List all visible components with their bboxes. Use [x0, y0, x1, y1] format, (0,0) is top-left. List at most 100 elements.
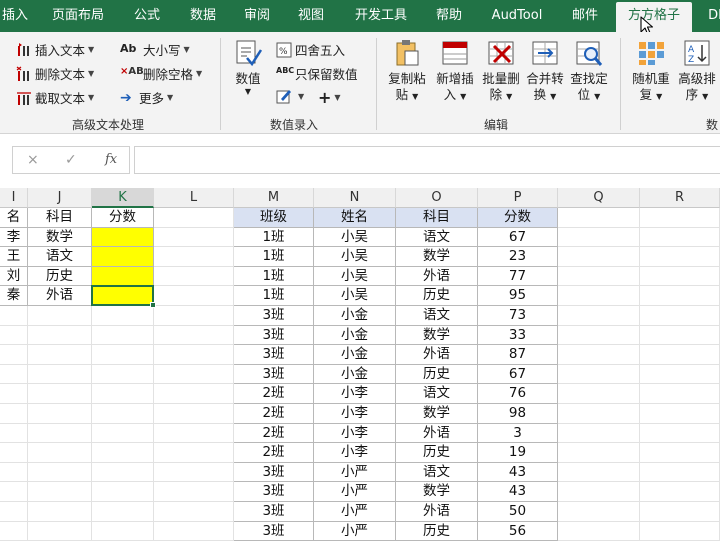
- empty-cell[interactable]: [558, 364, 640, 385]
- empty-cell[interactable]: [640, 521, 720, 541]
- empty-cell[interactable]: [0, 521, 28, 541]
- right-table-header-cell[interactable]: 姓名: [314, 208, 396, 228]
- right-table-cell[interactable]: 19: [478, 443, 558, 463]
- empty-cell[interactable]: [154, 325, 234, 346]
- right-table-cell[interactable]: 小严: [314, 462, 396, 483]
- tab-help[interactable]: 帮助: [430, 0, 468, 32]
- empty-cell[interactable]: [558, 482, 640, 502]
- column-header-r[interactable]: R: [640, 188, 720, 208]
- empty-cell[interactable]: [92, 462, 154, 483]
- column-header-k[interactable]: K: [92, 188, 154, 208]
- empty-cell[interactable]: [0, 364, 28, 385]
- tab-formulas[interactable]: 公式: [128, 0, 166, 32]
- tab-view[interactable]: 视图: [292, 0, 330, 32]
- empty-cell[interactable]: [28, 325, 92, 346]
- empty-cell[interactable]: [640, 325, 720, 346]
- empty-cell[interactable]: [0, 384, 28, 404]
- empty-cell[interactable]: [558, 462, 640, 483]
- tab-audtool[interactable]: AudTool: [484, 0, 550, 32]
- empty-cell[interactable]: [154, 423, 234, 444]
- tab-page-layout[interactable]: 页面布局: [46, 0, 110, 32]
- right-table-cell[interactable]: 33: [478, 325, 558, 346]
- empty-cell[interactable]: [28, 482, 92, 502]
- add-button[interactable]: + ▼: [318, 88, 341, 107]
- empty-cell[interactable]: [28, 423, 92, 444]
- right-table-header-cell[interactable]: 分数: [478, 208, 558, 228]
- right-table-cell[interactable]: 小李: [314, 443, 396, 463]
- empty-cell[interactable]: [0, 345, 28, 365]
- copy-paste-button[interactable]: 复制粘 贴 ▼: [384, 38, 430, 105]
- delete-space-button[interactable]: ×AB 删除空格 ▼: [120, 64, 202, 83]
- right-table-cell[interactable]: 小吴: [314, 266, 396, 287]
- empty-cell[interactable]: [92, 364, 154, 385]
- empty-cell[interactable]: [558, 404, 640, 424]
- left-table-cell[interactable]: 语文: [28, 247, 92, 267]
- empty-cell[interactable]: [28, 345, 92, 365]
- right-table-cell[interactable]: 1班: [234, 286, 314, 306]
- numeric-button[interactable]: 数值 ▼: [230, 38, 266, 96]
- right-table-header-cell[interactable]: 科目: [396, 208, 478, 228]
- right-table-cell[interactable]: 小吴: [314, 286, 396, 306]
- right-table-cell[interactable]: 3班: [234, 325, 314, 346]
- right-table-cell[interactable]: 56: [478, 521, 558, 541]
- batch-delete-button[interactable]: 批量删 除 ▼: [478, 38, 524, 105]
- left-table-cell[interactable]: 王: [0, 247, 28, 267]
- empty-cell[interactable]: [558, 443, 640, 463]
- right-table-cell[interactable]: 50: [478, 502, 558, 522]
- number-format-button[interactable]: ▼: [276, 88, 304, 104]
- column-header-j[interactable]: J: [28, 188, 92, 208]
- right-table-cell[interactable]: 小严: [314, 482, 396, 502]
- right-table-cell[interactable]: 小吴: [314, 247, 396, 267]
- fx-icon[interactable]: fx: [105, 152, 117, 167]
- empty-cell[interactable]: [92, 482, 154, 502]
- empty-cell[interactable]: [0, 423, 28, 444]
- left-table-cell[interactable]: 外语: [28, 286, 92, 306]
- empty-cell[interactable]: [154, 345, 234, 365]
- right-table-cell[interactable]: 历史: [396, 521, 478, 541]
- empty-cell[interactable]: [0, 306, 28, 326]
- right-table-cell[interactable]: 小吴: [314, 227, 396, 248]
- right-table-cell[interactable]: 95: [478, 286, 558, 306]
- empty-cell[interactable]: [0, 482, 28, 502]
- keep-numbers-button[interactable]: ABC 只保留数值: [276, 64, 358, 83]
- empty-cell[interactable]: [558, 227, 640, 248]
- left-table-header-cell[interactable]: 分数: [92, 208, 154, 228]
- right-table-cell[interactable]: 历史: [396, 286, 478, 306]
- empty-cell[interactable]: [558, 266, 640, 287]
- empty-cell[interactable]: [640, 423, 720, 444]
- tab-fangfang-gezi[interactable]: 方方格子: [616, 2, 692, 32]
- empty-cell[interactable]: [558, 306, 640, 326]
- right-table-cell[interactable]: 3班: [234, 364, 314, 385]
- left-table-cell[interactable]: 历史: [28, 266, 92, 287]
- right-table-cell[interactable]: 语文: [396, 384, 478, 404]
- right-table-cell[interactable]: 小李: [314, 404, 396, 424]
- find-locate-button[interactable]: 查找定 位 ▼: [566, 38, 612, 105]
- empty-cell[interactable]: [92, 325, 154, 346]
- right-table-cell[interactable]: 语文: [396, 227, 478, 248]
- right-table-cell[interactable]: 43: [478, 482, 558, 502]
- empty-cell[interactable]: [558, 247, 640, 267]
- right-table-cell[interactable]: 2班: [234, 404, 314, 424]
- case-button[interactable]: Ab 大小写 ▼: [120, 40, 190, 59]
- right-table-header-cell[interactable]: 班级: [234, 208, 314, 228]
- empty-cell[interactable]: [154, 502, 234, 522]
- right-table-cell[interactable]: 3班: [234, 345, 314, 365]
- right-table-cell[interactable]: 小严: [314, 502, 396, 522]
- right-table-cell[interactable]: 3班: [234, 521, 314, 541]
- more-button[interactable]: ➔ 更多 ▼: [120, 88, 173, 107]
- right-table-cell[interactable]: 2班: [234, 384, 314, 404]
- empty-cell[interactable]: [640, 462, 720, 483]
- right-table-cell[interactable]: 3: [478, 423, 558, 444]
- empty-cell[interactable]: [92, 423, 154, 444]
- empty-cell[interactable]: [154, 208, 234, 228]
- right-table-cell[interactable]: 23: [478, 247, 558, 267]
- column-header-n[interactable]: N: [314, 188, 396, 208]
- right-table-cell[interactable]: 数学: [396, 325, 478, 346]
- empty-cell[interactable]: [154, 286, 234, 306]
- empty-cell[interactable]: [92, 443, 154, 463]
- right-table-cell[interactable]: 历史: [396, 364, 478, 385]
- empty-cell[interactable]: [558, 502, 640, 522]
- empty-cell[interactable]: [640, 443, 720, 463]
- empty-cell[interactable]: [154, 266, 234, 287]
- score-input-cell[interactable]: [92, 227, 154, 248]
